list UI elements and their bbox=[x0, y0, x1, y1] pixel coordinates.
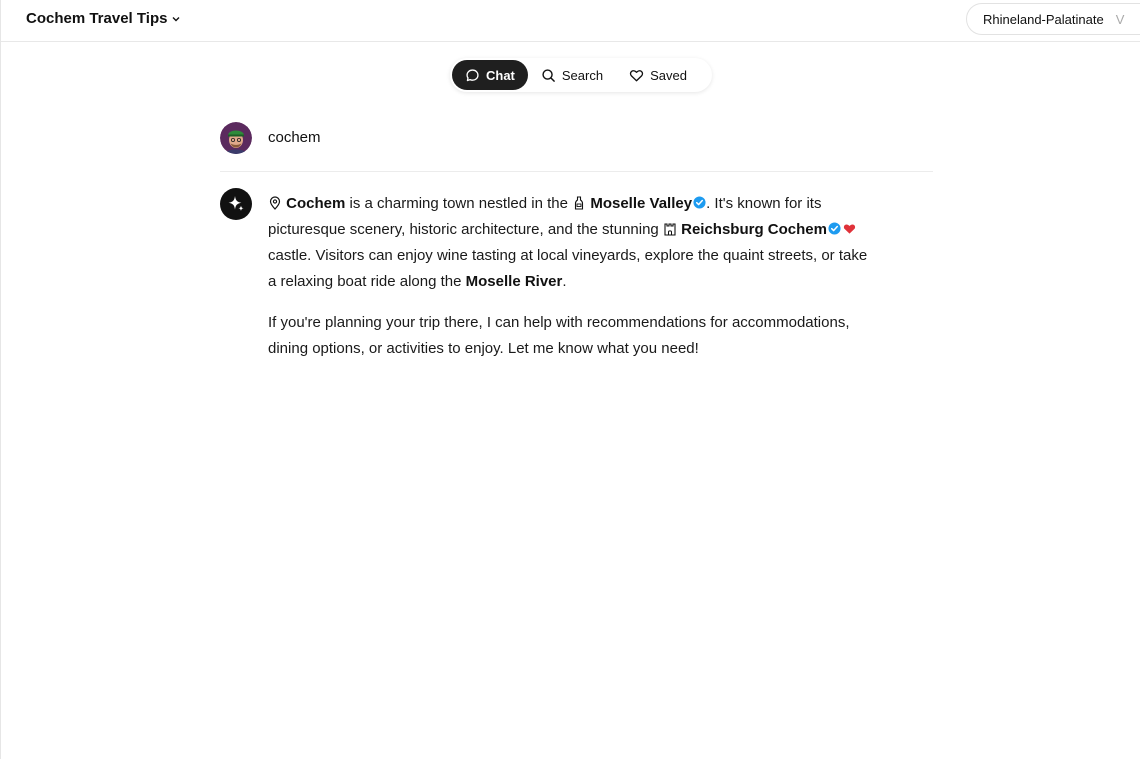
region-chip[interactable]: Rhineland-Palatinate V bbox=[966, 3, 1140, 35]
answer-paragraph-2: If you're planning your trip there, I ca… bbox=[268, 314, 850, 357]
region-label: Rhineland-Palatinate bbox=[983, 11, 1104, 27]
answer-paragraph-1: Cochem is a charming town nestled in the… bbox=[268, 191, 873, 295]
entity-link-moselle-valley[interactable]: Moselle Valley bbox=[590, 195, 692, 212]
tab-chat-label: Chat bbox=[486, 67, 515, 83]
search-icon bbox=[542, 68, 555, 82]
chevron-down-icon bbox=[172, 16, 180, 21]
heart-icon bbox=[843, 224, 856, 234]
tab-search-label: Search bbox=[561, 67, 604, 83]
sparkle-icon bbox=[228, 196, 244, 212]
top-bar: Cochem Travel Tips Rhineland-Palatinate … bbox=[1, 0, 1140, 42]
user-avatar-image bbox=[220, 122, 252, 154]
conversation-title: Cochem Travel Tips bbox=[26, 10, 168, 27]
castle-icon bbox=[664, 223, 676, 236]
assistant-answer: Cochem is a charming town nestled in the… bbox=[268, 191, 873, 377]
wine-bottle-icon bbox=[575, 196, 584, 210]
conversation-title-dropdown[interactable]: Cochem Travel Tips bbox=[26, 10, 181, 27]
chat-bubble-icon bbox=[466, 68, 479, 81]
app-window: Cochem Travel Tips Rhineland-Palatinate … bbox=[0, 0, 1140, 759]
entity-link-reichsburg-cochem[interactable]: Reichsburg Cochem bbox=[681, 221, 827, 238]
query-text: cochem bbox=[268, 129, 321, 146]
verified-badge-icon bbox=[828, 222, 841, 235]
map-pin-icon bbox=[269, 196, 281, 210]
avatar[interactable] bbox=[220, 122, 252, 154]
tab-saved-label: Saved bbox=[650, 67, 687, 83]
entity-link-moselle-river[interactable]: Moselle River bbox=[466, 273, 563, 290]
tab-saved[interactable]: Saved bbox=[616, 60, 700, 90]
answer-text-4: . bbox=[562, 273, 567, 290]
answer-text-3: castle. Visitors can enjoy wine tasting … bbox=[268, 247, 868, 290]
tab-search[interactable]: Search bbox=[528, 60, 616, 90]
assistant-sparkle-icon bbox=[220, 188, 252, 220]
region-overflow-text: V bbox=[1115, 11, 1125, 27]
heart-outline-icon bbox=[629, 69, 644, 81]
answer-text-1: is a charming town nestled in the bbox=[345, 195, 573, 212]
entity-link-cochem[interactable]: Cochem bbox=[286, 195, 345, 212]
verified-badge-icon bbox=[693, 196, 706, 209]
mode-tabs: Chat Search Saved bbox=[450, 58, 712, 92]
tab-chat[interactable]: Chat bbox=[452, 60, 528, 90]
user-query: cochem bbox=[220, 122, 933, 172]
